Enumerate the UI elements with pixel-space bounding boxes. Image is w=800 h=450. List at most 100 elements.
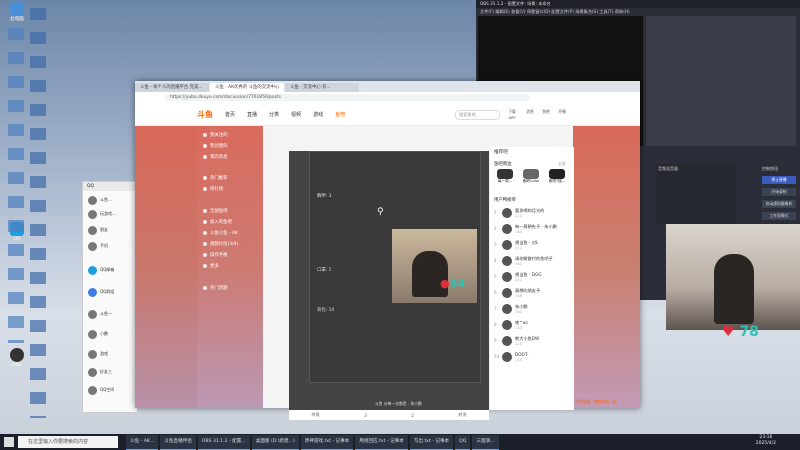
tab-strip: 斗鱼 - 每个人的直播平台 完美... 斗鱼 - AK优秀的 斗鱼的交流中心 斗…	[135, 81, 640, 92]
studio-mode-button[interactable]: 工作室模式	[762, 212, 796, 220]
goods-item[interactable]: 鱼吧Color	[520, 169, 542, 189]
avatar	[88, 210, 97, 219]
taskbar-item[interactable]: OBS 31.1.2 - 配置...	[197, 434, 250, 450]
list-item[interactable]: 7 朱小鹏 140	[494, 303, 570, 317]
avatar	[502, 224, 512, 234]
nav-video[interactable]: 视频	[291, 111, 301, 118]
goods-item[interactable]: 鱼吧T恤...	[546, 169, 568, 189]
mixer-title: 音频混音器	[658, 166, 678, 171]
qq-item[interactable]: 斗鱼...	[88, 196, 134, 206]
report-button[interactable]: 举报	[311, 412, 319, 418]
list-item[interactable]: 9 熊大小鱼DW 121	[494, 335, 570, 349]
list-item[interactable]: 5 想当鱼 - DGG 152	[494, 271, 570, 285]
download-app-link[interactable]: 下载APP	[505, 109, 519, 120]
menu-all-yuba[interactable]: 全部鱼吧	[203, 208, 228, 214]
taskbar-item[interactable]: 斗鱼直播伴侣	[160, 434, 196, 450]
browser-tab[interactable]: 斗鱼 - 交流中心 有...	[285, 83, 359, 92]
item-label: 胸甲: 3	[317, 194, 332, 199]
avatar	[502, 256, 512, 266]
list-item[interactable]: 3 想当鱼 - 对L 172	[494, 239, 570, 253]
avatar	[502, 320, 512, 330]
browser-window[interactable]: 斗鱼 - 每个人的直播平台 完美... 斗鱼 - AK优秀的 斗鱼的交流中心 斗…	[135, 81, 640, 420]
site-search-input[interactable]: 搜索鱼吧	[455, 110, 500, 120]
menu-joined[interactable]: 加入的鱼吧	[203, 219, 232, 225]
qq-item[interactable]: 小鹏	[88, 330, 134, 340]
menu-messages[interactable]: 我的消息	[203, 154, 228, 160]
feedback-footer[interactable]: 鱼吧帮我，和鱼吧这一起	[575, 399, 617, 405]
nav-home[interactable]: 首页	[225, 111, 235, 118]
list-item[interactable]: 6 真想的朋友子 148	[494, 287, 570, 301]
menu-manual[interactable]: 操作手册	[203, 252, 228, 258]
desktop-icon-computer[interactable]: 此电脑	[4, 2, 30, 22]
desktop-icons-col1	[8, 28, 24, 343]
list-item[interactable]: 1 要多喝的月光的 210	[494, 207, 570, 221]
qq-window[interactable]: QQ 斗鱼... 玩游戏... 朋友 手机 QQ邮箱 QQ群组 斗鱼一 小鹏 游…	[82, 181, 138, 413]
avatar	[88, 288, 97, 297]
nav-live[interactable]: 直播	[247, 111, 257, 118]
browser-tab[interactable]: 斗鱼 - 每个人的直播平台 完美...	[135, 83, 209, 92]
taskbar-item[interactable]: 斗鱼 - AK...	[126, 434, 159, 450]
person-silhouette	[714, 254, 754, 324]
qq-item[interactable]: QQ空间	[88, 386, 134, 396]
list-item[interactable]: 10 DOOT- 119	[494, 351, 570, 365]
obs-mixer[interactable]: 音频混音器	[656, 164, 736, 224]
qq-item[interactable]: 手机	[88, 242, 134, 252]
taskbar-item[interactable]: 用组回应.txt - 记事本	[355, 434, 408, 450]
go-live-link[interactable]: 开播	[555, 109, 569, 115]
avatar	[88, 266, 97, 275]
qq-item[interactable]: QQ群组	[88, 288, 134, 298]
url-input[interactable]: https://yuba.douyu.com/discussion/776185…	[165, 94, 530, 101]
avatar	[88, 330, 97, 339]
like-count[interactable]: 2	[411, 413, 414, 418]
virtual-camera-button[interactable]: 启动虚拟摄像机	[762, 200, 796, 208]
list-item[interactable]: 2 每一周朝先子 - 朱小鹏 184	[494, 223, 570, 237]
qq-title: QQ	[83, 182, 137, 191]
qq-item[interactable]: 游戏	[88, 350, 134, 360]
qq-item[interactable]: 好友三	[88, 368, 134, 378]
menu-ranking[interactable]: 排行榜	[203, 186, 223, 192]
taskbar-item[interactable]: QQ	[455, 434, 471, 450]
taskbar-item[interactable]: 三国演...	[472, 434, 499, 450]
comment-count[interactable]: 3	[364, 413, 367, 418]
heart-icon: ●	[440, 277, 450, 290]
taskbar-item[interactable]: 原神游戏.txt - 记事本	[300, 434, 354, 450]
qq-item[interactable]: 斗鱼一	[88, 310, 134, 320]
right-backdrop	[573, 126, 640, 408]
yuba-link[interactable]: 鱼吧	[539, 109, 553, 115]
search-icon[interactable]: ⚲	[377, 207, 384, 217]
start-record-button[interactable]: 开始录制	[762, 188, 796, 196]
obs-title: OBS 31.1.2 - 配置文件: 场景: 未命名	[476, 0, 800, 8]
menu-yuba-ak[interactable]: 斗鱼小鱼 - AK	[203, 230, 238, 236]
taskbar-search-input[interactable]: 在这里输入你要搜索的内容	[18, 436, 118, 448]
nav-yuba[interactable]: 鱼吧	[335, 111, 345, 118]
qq-item[interactable]: 玩游戏...	[88, 210, 134, 220]
stop-stream-button[interactable]: 停止直播	[762, 176, 796, 184]
start-icon[interactable]	[4, 437, 14, 447]
obs-menubar[interactable]: 文件(F) 编辑(E) 查看(V) 停靠窗口(D) 配置文件(P) 场景集合(S…	[476, 8, 800, 15]
browser-tab-active[interactable]: 斗鱼 - AK优秀的 斗鱼的交流中心	[210, 83, 284, 92]
menu-following[interactable]: 我关注的	[203, 132, 228, 138]
list-item[interactable]: 8 夜^eo 133	[494, 319, 570, 333]
share-button[interactable]: 转发	[458, 412, 466, 418]
nav-game[interactable]: 游戏	[313, 111, 323, 118]
menu-video[interactable]: 视频片段(3/4)	[203, 241, 238, 247]
menu-created[interactable]: 我创建的	[203, 143, 228, 149]
site-logo[interactable]: 斗鱼	[197, 109, 213, 120]
goods-item[interactable]: 每一周...	[494, 169, 516, 189]
avatar	[88, 368, 97, 377]
desktop-icons-col2	[30, 8, 46, 418]
menu-more[interactable]: 更多	[203, 263, 219, 269]
nav-category[interactable]: 分类	[269, 111, 279, 118]
list-item[interactable]: 4 请你解散付的鱼吧子 161	[494, 255, 570, 269]
rank-title: 用户鸭榜单	[494, 198, 516, 203]
taskbar-item[interactable]: 写出.txt - 记事本	[409, 434, 454, 450]
menu-hot[interactable]: 热门推荐	[203, 175, 228, 181]
heart-icon: ♥	[722, 324, 735, 340]
menu-topics[interactable]: 热门话题	[203, 285, 228, 291]
qq-item[interactable]: QQ邮箱	[88, 266, 134, 276]
goods-more-link[interactable]: 全部	[558, 161, 566, 167]
messages-link[interactable]: 消息	[523, 109, 537, 115]
taskbar-item[interactable]: 桌面版 (D:\新建...)	[251, 434, 299, 450]
qq-item[interactable]: 朋友	[88, 226, 134, 236]
taskbar-clock[interactable]: 23:16 2025/4/2	[756, 435, 776, 447]
